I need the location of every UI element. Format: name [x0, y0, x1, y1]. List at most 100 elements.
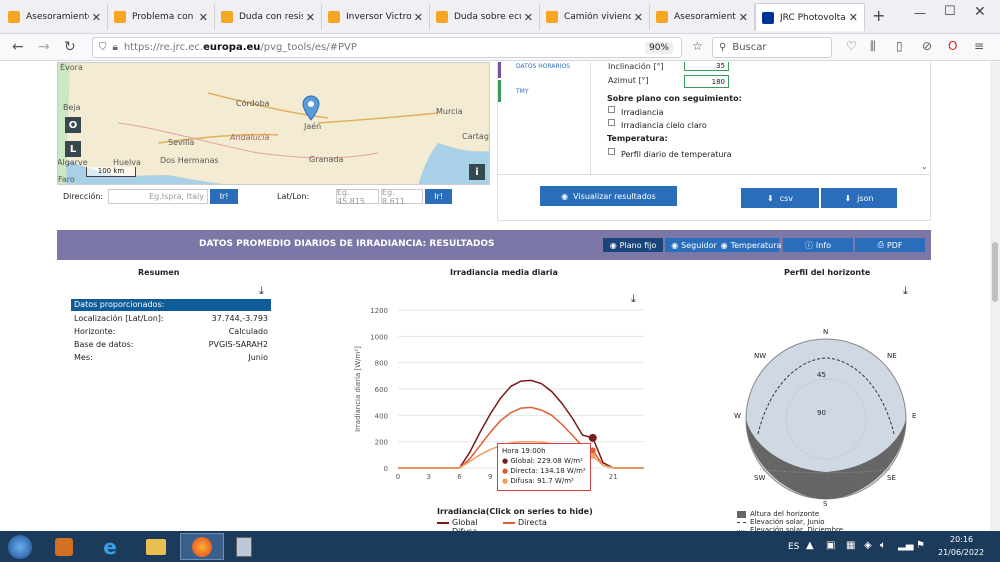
horizon-download-icon[interactable]: ⤓ — [903, 284, 908, 298]
clock-date[interactable]: 21/06/2022 — [938, 548, 984, 557]
close-window-button[interactable]: ✕ — [974, 4, 986, 20]
scroll-thumb[interactable] — [992, 242, 998, 302]
direccion-input[interactable]: Eg.Ispra, Italy — [108, 189, 208, 204]
temp-checkbox[interactable] — [608, 148, 615, 155]
maximize-button[interactable]: ☐ — [944, 4, 956, 19]
map-info-button[interactable]: i — [469, 164, 485, 180]
compass-label: N — [823, 328, 829, 336]
back-icon[interactable]: ← — [12, 39, 24, 55]
compass-label: E — [912, 412, 917, 420]
new-tab-button[interactable]: + — [872, 6, 885, 25]
irradiancia-checkbox[interactable] — [608, 106, 615, 113]
y-tick-label: 1200 — [370, 307, 388, 315]
tab-seguidor[interactable]: ◉ Seguidor — [665, 238, 723, 252]
summary-download-icon[interactable]: ⤓ — [259, 284, 264, 298]
form-scroll-down-icon[interactable]: ⌄ — [921, 162, 928, 171]
signal-icon[interactable]: ▂▄ — [898, 540, 913, 551]
opera-icon[interactable]: O — [948, 39, 957, 53]
browser-tab[interactable]: Camión vivienda.✕ — [540, 4, 650, 30]
tab-close-icon[interactable]: ✕ — [414, 11, 423, 24]
eye-icon: ◉ — [561, 191, 569, 201]
azimut-input[interactable]: 180 — [684, 75, 729, 88]
zoom-level[interactable]: 90% — [644, 41, 673, 54]
menu-icon[interactable]: ≡ — [974, 39, 984, 53]
map-pin-icon[interactable] — [302, 95, 320, 121]
clock-time[interactable]: 20:16 — [950, 535, 973, 544]
direccion-go-button[interactable]: Ir! — [210, 189, 238, 204]
browser-tab[interactable]: JRC Photovoltaic✕ — [755, 3, 865, 31]
ie-icon[interactable]: e — [92, 533, 128, 560]
latlon-go-button[interactable]: Ir! — [425, 189, 452, 204]
json-button[interactable]: ⬇ json — [821, 188, 897, 208]
media-player-icon[interactable] — [46, 533, 82, 560]
tab-close-icon[interactable]: ✕ — [92, 11, 101, 24]
browser-tab[interactable]: Asesoramiento s✕ — [650, 4, 755, 30]
cielo-claro-checkbox[interactable] — [608, 119, 615, 126]
results-title: DATOS PROMEDIO DIARIOS DE IRRADIANCIA: R… — [199, 239, 495, 249]
browser-tab[interactable]: Asesoramiento s✕ — [2, 4, 108, 30]
browser-tab[interactable]: Duda con resister✕ — [215, 4, 322, 30]
page-scrollbar[interactable] — [990, 62, 1000, 531]
legend-item-global[interactable]: Global — [437, 518, 478, 527]
calculator-icon[interactable] — [226, 533, 262, 560]
legend-item-directa[interactable]: Directa — [503, 518, 547, 527]
library-icon[interactable]: ⫼ — [870, 39, 876, 54]
block-icon[interactable]: ⊘ — [922, 39, 932, 53]
tray-app-icon[interactable]: ▣ — [826, 540, 835, 551]
start-button[interactable] — [2, 533, 38, 560]
tray-network-icon[interactable]: ▦ — [846, 540, 855, 551]
tab-label: Duda sobre ecua — [454, 12, 521, 22]
summary-value: Calculado — [228, 327, 268, 336]
tray-up-icon[interactable]: ▲ — [806, 540, 814, 551]
tab-close-icon[interactable]: ✕ — [524, 11, 533, 24]
tab-datos-horarios[interactable]: DATOS HORARIOS — [516, 63, 570, 70]
firefox-icon[interactable] — [180, 533, 224, 560]
visualize-button[interactable]: ◉ Visualizar resultados — [540, 186, 677, 206]
map-place-label: Huelva — [113, 158, 141, 167]
tab-close-icon[interactable]: ✕ — [739, 11, 748, 24]
map[interactable]: O L i 100 km Évora Beja Córdoba Jaén Sevilla… — [57, 62, 490, 185]
explorer-icon[interactable] — [138, 533, 174, 560]
print-icon: ⎙ — [877, 240, 884, 249]
flag-icon[interactable]: ⚑ — [916, 540, 925, 551]
shield-icon[interactable]: ⛉ — [99, 42, 107, 53]
pocket-icon[interactable]: ♡ — [846, 39, 857, 53]
download-icon: ⬇ — [766, 193, 774, 203]
tab-favicon-icon — [221, 11, 233, 23]
volume-icon[interactable]: 🔈︎ — [880, 540, 886, 551]
sidebar-icon[interactable]: ▯ — [896, 39, 903, 53]
browser-tab[interactable]: Inversor Victron ✕ — [322, 4, 430, 30]
lon-input[interactable]: Eg. 8.611 — [381, 188, 423, 206]
forward-icon[interactable]: → — [38, 39, 50, 55]
reload-icon[interactable]: ↻ — [64, 39, 76, 55]
search-input[interactable]: ⚲ Buscar — [712, 37, 832, 58]
map-layer-o-button[interactable]: O — [65, 117, 81, 133]
minimize-button[interactable]: — — [914, 6, 926, 20]
tab-plano-fijo[interactable]: ◉ Plano fijo — [603, 238, 663, 252]
tab-favicon-icon — [328, 11, 340, 23]
browser-tab[interactable]: Problema con di✕ — [108, 4, 215, 30]
tab-close-icon[interactable]: ✕ — [306, 11, 315, 24]
tab-close-icon[interactable]: ✕ — [634, 11, 643, 24]
tab-info[interactable]: ⓘ Info — [783, 238, 853, 252]
page-content: O L i 100 km Évora Beja Córdoba Jaén Sevilla… — [0, 62, 990, 531]
map-layer-l-button[interactable]: L — [65, 141, 81, 157]
csv-button[interactable]: ⬇ csv — [741, 188, 819, 208]
bookmark-star-icon[interactable]: ☆ — [692, 39, 703, 53]
url-bar[interactable]: ⛉ 🔒︎ https://re.jrc.ec. europa.eu /pvg_t… — [92, 37, 682, 58]
tray-sync-icon[interactable]: ◈ — [864, 540, 872, 551]
lock-icon[interactable]: 🔒︎ — [113, 42, 118, 53]
tab-pdf[interactable]: ⎙ PDF — [855, 238, 925, 252]
tab-close-icon[interactable]: ✕ — [849, 11, 858, 24]
browser-tab[interactable]: Duda sobre ecua✕ — [430, 4, 540, 30]
tab-temperatura[interactable]: ◉ Temperatura — [721, 238, 781, 252]
language-indicator[interactable]: ES — [788, 542, 799, 552]
summary-value: 37.744,-3.793 — [211, 314, 268, 323]
nav-bar: ← → ↻ ⛉ 🔒︎ https://re.jrc.ec. europa.eu … — [0, 34, 1000, 61]
tab-tmy[interactable]: TMY — [516, 88, 529, 95]
lat-input[interactable]: Eg. 45.815 — [336, 188, 379, 206]
inclinacion-input[interactable]: 35 — [684, 62, 729, 71]
summary-key: Localización [Lat/Lon]: — [74, 314, 164, 323]
tab-close-icon[interactable]: ✕ — [199, 11, 208, 24]
map-place-label: Murcia — [436, 107, 463, 116]
